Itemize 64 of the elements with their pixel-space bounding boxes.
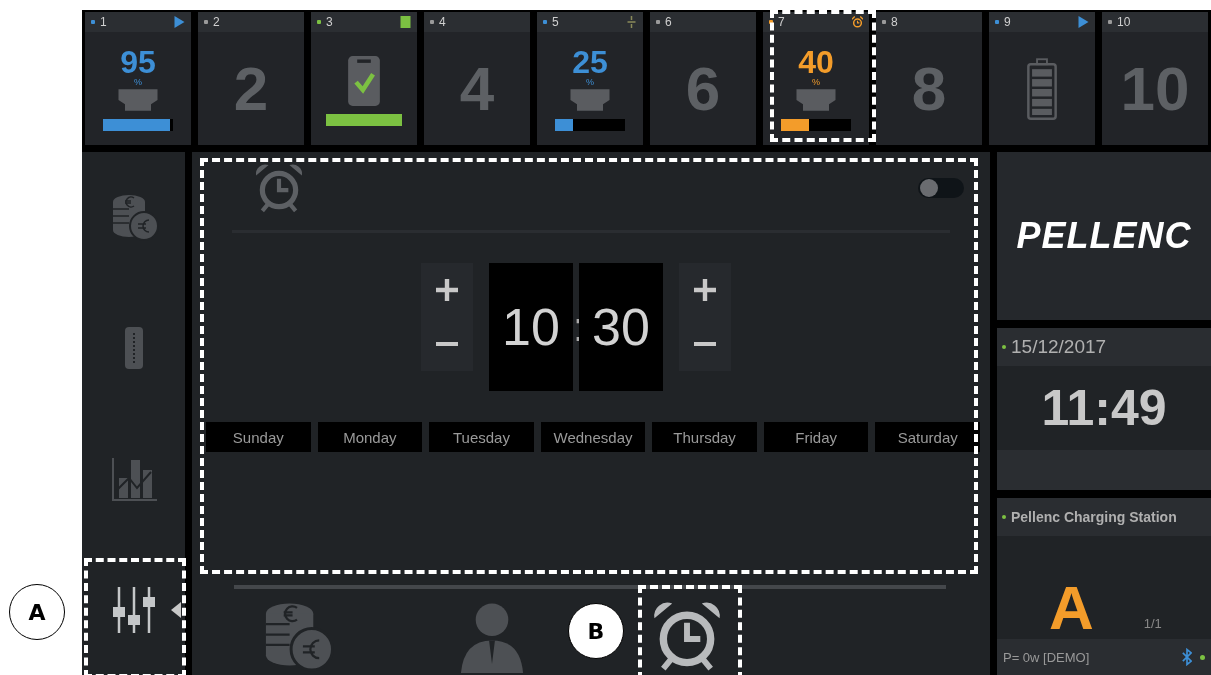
- brand-logo: PELLENC: [1016, 215, 1192, 257]
- play-icon: [174, 16, 185, 28]
- power-reading: P= 0w [DEMO]: [1003, 649, 1091, 665]
- slot-number: 5: [552, 15, 560, 29]
- slot-number: 6: [665, 15, 673, 29]
- slot-number: 4: [439, 15, 447, 29]
- percent-sign: %: [134, 76, 142, 87]
- battery-slot-tile[interactable]: 10 10: [1102, 12, 1208, 145]
- alarm-icon: [852, 16, 863, 28]
- slot-number: 9: [1004, 15, 1012, 29]
- weekday-button[interactable]: Thursday: [652, 422, 757, 452]
- battery-slot-tile[interactable]: 7 40 %: [763, 12, 869, 145]
- battery-slot-tile[interactable]: 1 95 %: [85, 12, 191, 145]
- hours-display: 10: [489, 263, 573, 391]
- battery-slot-tile[interactable]: 5 25 %: [537, 12, 643, 145]
- battery-slot-tile[interactable]: 9: [989, 12, 1095, 145]
- page-indicator: 1/1: [1143, 616, 1162, 631]
- weekday-button[interactable]: Wednesday: [540, 422, 646, 452]
- slot-label: 4: [459, 53, 495, 124]
- minutes-display: 30: [579, 263, 663, 391]
- charge-percentage: 40: [798, 46, 834, 77]
- slot-number: 2: [213, 15, 221, 29]
- play-icon: [1078, 16, 1089, 28]
- weekday-button[interactable]: Saturday: [875, 422, 981, 452]
- bluetooth-icon: [1182, 648, 1192, 666]
- station-title: Pellenc Charging Station: [1011, 509, 1177, 525]
- weekday-button[interactable]: Sunday: [206, 422, 311, 452]
- weekday-button[interactable]: Friday: [763, 422, 869, 452]
- charge-bar: [781, 118, 851, 131]
- station-letter: A: [1049, 577, 1094, 639]
- square-icon: [400, 16, 411, 28]
- charge-bar: [103, 118, 173, 131]
- date-label: 15/12/2017: [1011, 336, 1107, 358]
- alarm-toggle[interactable]: [918, 178, 964, 198]
- plus-icon: [694, 279, 716, 301]
- percent-sign: %: [586, 76, 594, 87]
- slot-number: 3: [326, 15, 334, 29]
- callout-label: A: [9, 584, 65, 640]
- weekday-button[interactable]: Tuesday: [429, 422, 534, 452]
- battery-slot-tile[interactable]: 3: [311, 12, 417, 145]
- plus-icon: [436, 279, 458, 301]
- battery-slot-tile[interactable]: 8 8: [876, 12, 982, 145]
- charge-percentage: 95: [120, 46, 156, 77]
- battery-slot-tile[interactable]: 4 4: [424, 12, 530, 145]
- slot-label: 10: [1120, 53, 1190, 124]
- slot-number: 8: [891, 15, 899, 29]
- charge-bar: [555, 118, 625, 131]
- battery-slot-tile[interactable]: 2 2: [198, 12, 304, 145]
- percent-sign: %: [812, 76, 820, 87]
- status-indicator: [1200, 654, 1205, 660]
- slot-label: 6: [685, 53, 721, 124]
- slot-number: 1: [100, 15, 108, 29]
- weekday-button[interactable]: Monday: [317, 422, 423, 452]
- selection-marker: [171, 601, 181, 618]
- slot-label: 2: [233, 53, 269, 124]
- clock-time: 11:49: [1041, 379, 1167, 437]
- slot-number: 7: [778, 15, 786, 29]
- battery-icon: [1027, 57, 1057, 120]
- minus-icon: [436, 341, 458, 347]
- slot-number: 10: [1117, 15, 1132, 29]
- minus-icon: [694, 341, 716, 347]
- battery-slot-tile[interactable]: 6 6: [650, 12, 756, 145]
- charge-percentage: 25: [572, 46, 608, 77]
- slot-label: 8: [911, 53, 947, 124]
